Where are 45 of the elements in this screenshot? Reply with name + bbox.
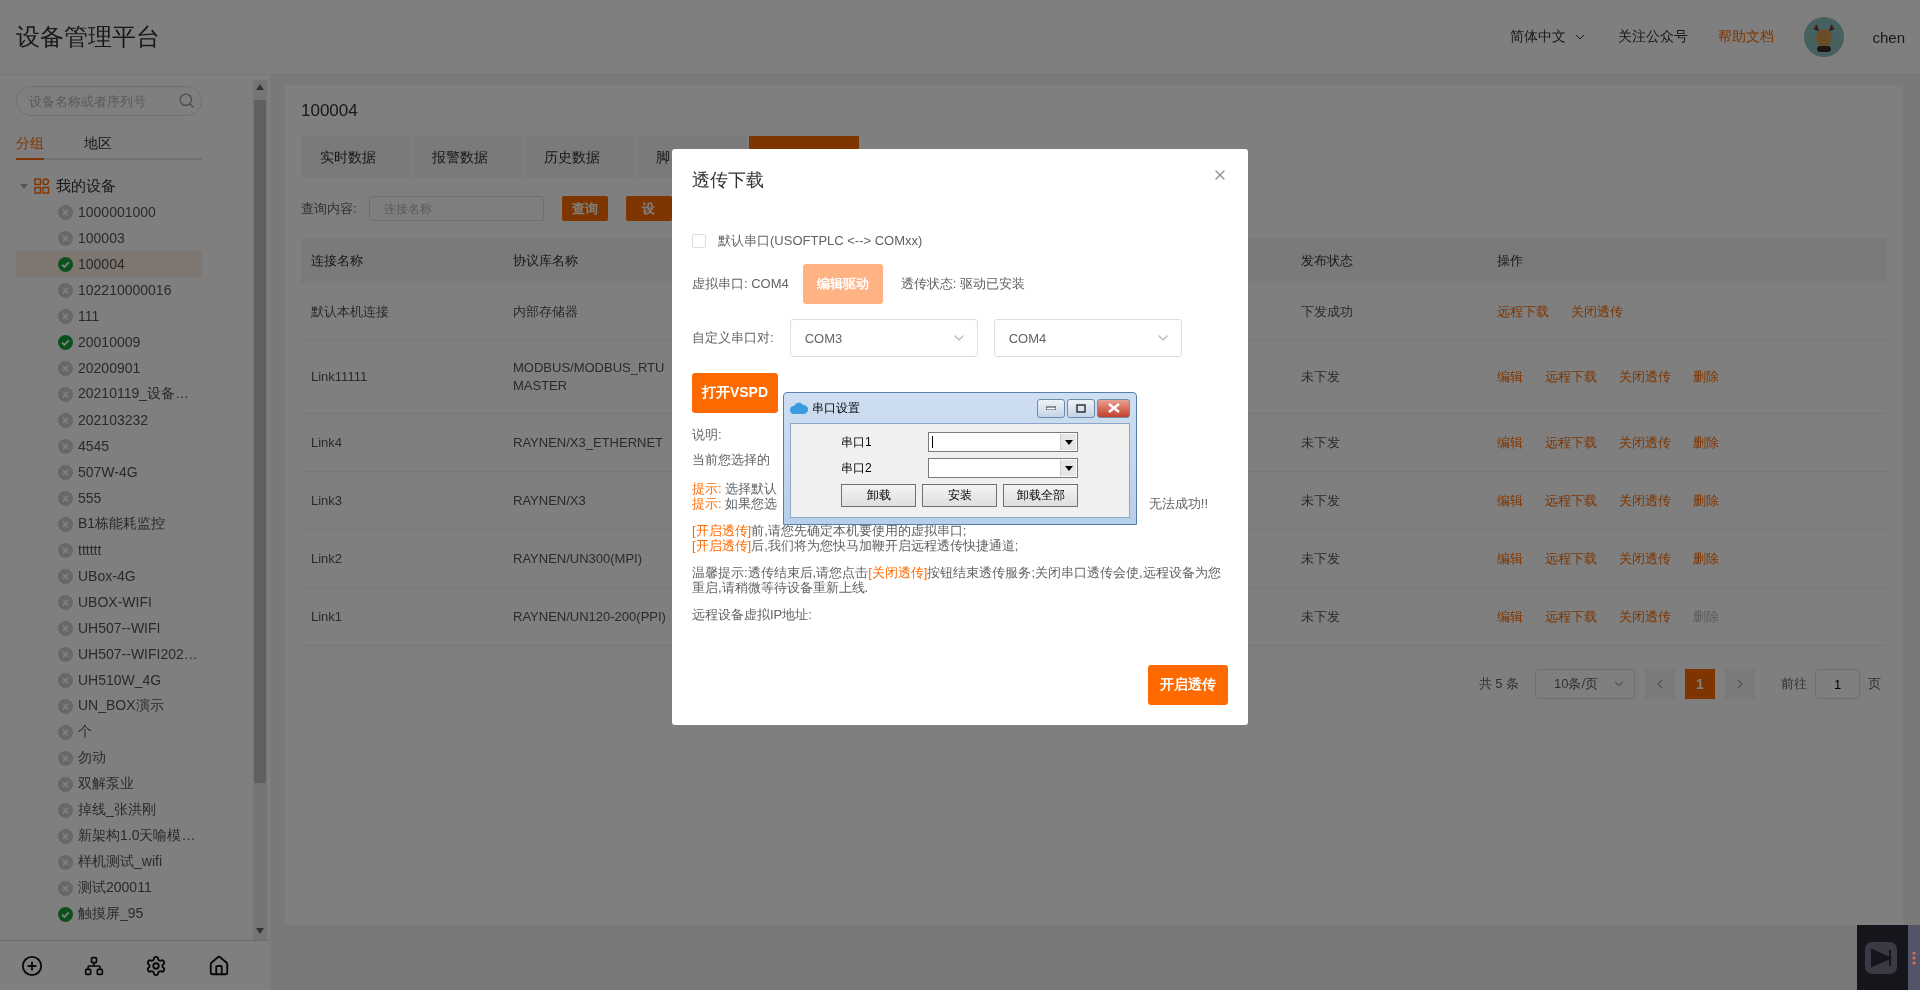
table-cell-text: Link3 (311, 491, 344, 510)
table-cell-text: 未下发 (1301, 491, 1341, 510)
note-text: 提示: 如果您选 (692, 496, 778, 511)
checkbox-label: 默认串口(USOFTPLC <--> COMxx) (718, 232, 923, 250)
window-title: 串口设置 (812, 399, 860, 417)
note-text: [开启透传]后,我们将为您快马加鞭开启远程透传快捷通道; (692, 538, 1019, 553)
table-cell-text: Link2 (311, 549, 344, 568)
table-cell-text: RAYNEN/X3_ETHERNET (513, 433, 664, 452)
table-cell-text: 下发成功 (1301, 302, 1354, 321)
column-header: 发布状态 (1301, 251, 1354, 270)
table-cell-text: 未下发 (1301, 433, 1341, 452)
column-header: 协议库名称 (513, 251, 579, 270)
port-label: 串口2 (841, 459, 873, 477)
note-text: [开启透传]前,请您先确定本机要使用的虚拟串口; (692, 523, 967, 538)
device-title: 100004 (301, 101, 359, 121)
user-name: chen (1872, 28, 1905, 46)
table-cell-text: Link1 (311, 607, 344, 626)
virtual-port-text: 虚拟串口: COM4 (692, 275, 789, 293)
status-text: 透传状态: 驱动已安装 (900, 275, 1026, 293)
table-cell-text: MODBUS/MODBUS_RTU MASTER (513, 359, 666, 395)
query-label: 查询内容: (301, 199, 357, 218)
note-text: 远程设备虚拟IP地址: (692, 607, 812, 622)
port-pair-label: 自定义串口对: (692, 329, 774, 347)
note-text: 说明: (692, 427, 722, 442)
page-suffix: 页 (1868, 675, 1881, 693)
table-cell-text: Link4 (311, 433, 344, 452)
note-text: 温馨提示:透传结束后,请您点击[关闭透传]按钮结束透传服务;关闭串口透传会使,远程设备为您重启,请稍微等待设备重新上线. (692, 565, 1222, 595)
table-cell-text: 未下发 (1301, 549, 1341, 568)
table-cell-text: Link11111 (311, 368, 369, 386)
column-header: 操作 (1497, 251, 1524, 270)
app-title: 设备管理平台 (16, 22, 160, 52)
table-cell-text: 未下发 (1301, 368, 1341, 386)
note-text: 无法成功!! (1148, 496, 1208, 511)
table-cell-text: RAYNEN/X3 (513, 491, 587, 510)
note-text: 提示: 选择默认 (692, 481, 778, 496)
port-label: 串口1 (841, 433, 873, 451)
table-cell-text: 未下发 (1301, 607, 1341, 626)
goto-label: 前往 (1781, 675, 1807, 693)
column-header: 连接名称 (311, 251, 364, 270)
note-text: 当前您选择的 (692, 452, 770, 467)
total-count: 共 5 条 (1478, 675, 1519, 693)
table-cell-text: 内部存储器 (513, 302, 579, 321)
table-cell-text: 默认本机连接 (311, 302, 390, 321)
table-cell-text: RAYNEN/UN120-200(PPI) (513, 607, 667, 626)
table-cell-text: RAYNEN/UN300(MPI) (513, 549, 644, 568)
